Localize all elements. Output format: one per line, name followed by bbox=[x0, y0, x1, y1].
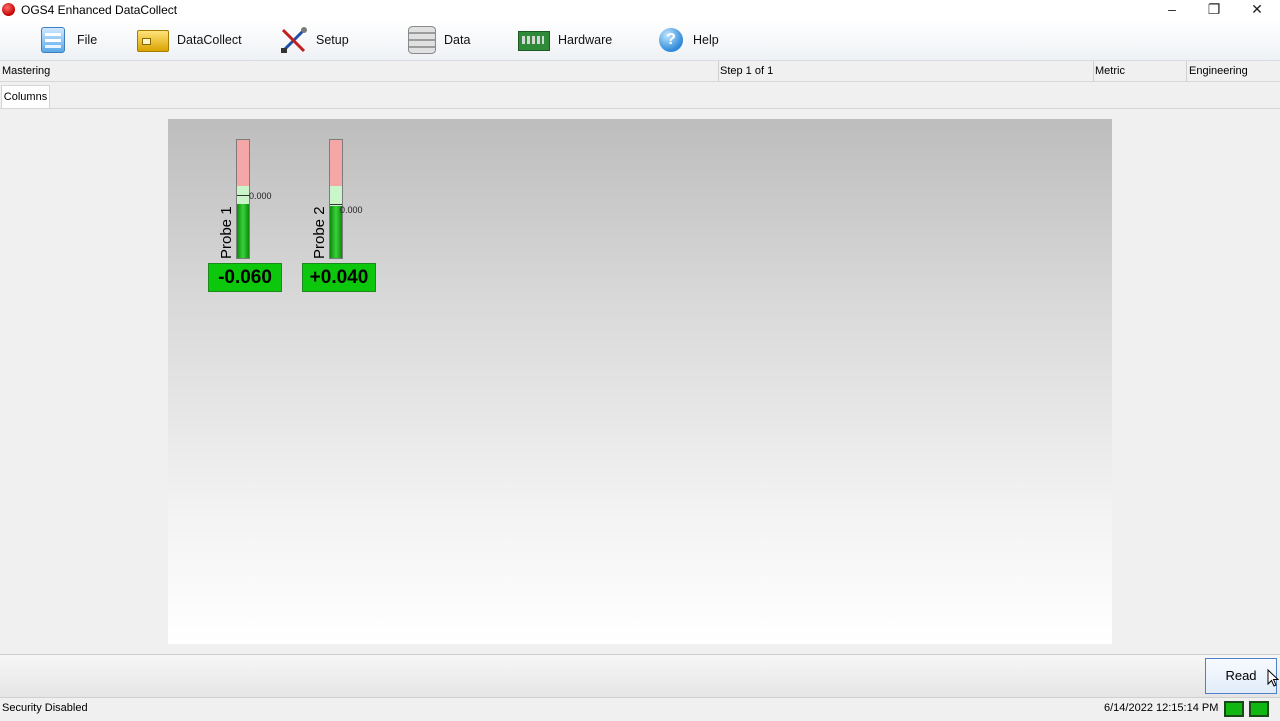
minimize-button[interactable]: – bbox=[1152, 0, 1192, 20]
app-logo-icon bbox=[2, 3, 15, 16]
probe-zero-mark bbox=[237, 195, 249, 196]
step-label: Step 1 of 1 bbox=[720, 65, 774, 77]
close-button[interactable]: ✕ bbox=[1237, 0, 1277, 20]
toolbar-hardware-button[interactable]: Hardware bbox=[518, 24, 612, 56]
toolbar-file-button[interactable]: File bbox=[38, 24, 97, 56]
toolbar-file-label: File bbox=[77, 33, 98, 47]
status-led-icon bbox=[1224, 701, 1244, 717]
status-datetime: 6/14/2022 12:15:14 PM bbox=[1104, 702, 1219, 714]
toolbar-hardware-label: Hardware bbox=[558, 33, 613, 47]
probe-zero-label: 0.000 bbox=[249, 191, 272, 201]
status-bar: Security Disabled 6/14/2022 12:15:14 PM bbox=[0, 697, 1280, 721]
file-icon bbox=[41, 27, 65, 53]
toolbar-data-button[interactable]: Data bbox=[408, 24, 470, 56]
probe-panel: Probe 1 0.000 -0.060 Probe 2 0.000 +0.04… bbox=[168, 119, 1112, 644]
restore-button[interactable]: ❐ bbox=[1194, 0, 1234, 20]
main-toolbar: File DataCollect Setup Data Hardware ? H… bbox=[0, 20, 1280, 61]
probe-bar bbox=[236, 139, 250, 259]
toolbar-data-label: Data bbox=[444, 33, 471, 47]
tab-strip: Columns bbox=[0, 82, 1280, 109]
info-divider bbox=[718, 61, 719, 81]
toolbar-help-button[interactable]: ? Help bbox=[659, 24, 719, 56]
probe-bar bbox=[329, 139, 343, 259]
info-strip: Mastering Step 1 of 1 Metric Engineering bbox=[0, 61, 1280, 82]
title-bar: OGS4 Enhanced DataCollect – ❐ ✕ bbox=[0, 0, 1280, 20]
user-label: Engineering bbox=[1189, 65, 1248, 77]
toolbar-datacollect-button[interactable]: DataCollect bbox=[137, 24, 242, 56]
info-divider bbox=[1186, 61, 1187, 81]
info-divider bbox=[1093, 61, 1094, 81]
setup-icon bbox=[280, 26, 308, 54]
status-led-icon bbox=[1249, 701, 1269, 717]
units-label: Metric bbox=[1095, 65, 1125, 77]
help-icon: ? bbox=[659, 28, 683, 52]
probe-name: Probe 2 bbox=[311, 206, 328, 259]
data-icon bbox=[408, 26, 436, 54]
mode-label: Mastering bbox=[2, 65, 51, 77]
probe-zero-label: 0.000 bbox=[340, 205, 363, 215]
action-bar: Read bbox=[0, 654, 1280, 697]
content-area: Probe 1 0.000 -0.060 Probe 2 0.000 +0.04… bbox=[0, 108, 1280, 654]
probe-bar-fill bbox=[237, 204, 249, 258]
probe-name: Probe 1 bbox=[218, 206, 235, 259]
probe-value-display: +0.040 bbox=[302, 263, 376, 292]
security-status: Security Disabled bbox=[2, 702, 88, 714]
probe-value-display: -0.060 bbox=[208, 263, 282, 292]
window-title: OGS4 Enhanced DataCollect bbox=[21, 3, 178, 17]
toolbar-setup-label: Setup bbox=[316, 33, 349, 47]
toolbar-datacollect-label: DataCollect bbox=[177, 33, 242, 47]
datacollect-icon bbox=[137, 30, 169, 52]
toolbar-setup-button[interactable]: Setup bbox=[280, 24, 349, 56]
tab-columns[interactable]: Columns bbox=[1, 85, 50, 109]
toolbar-help-label: Help bbox=[693, 33, 719, 47]
hardware-icon bbox=[518, 31, 550, 51]
